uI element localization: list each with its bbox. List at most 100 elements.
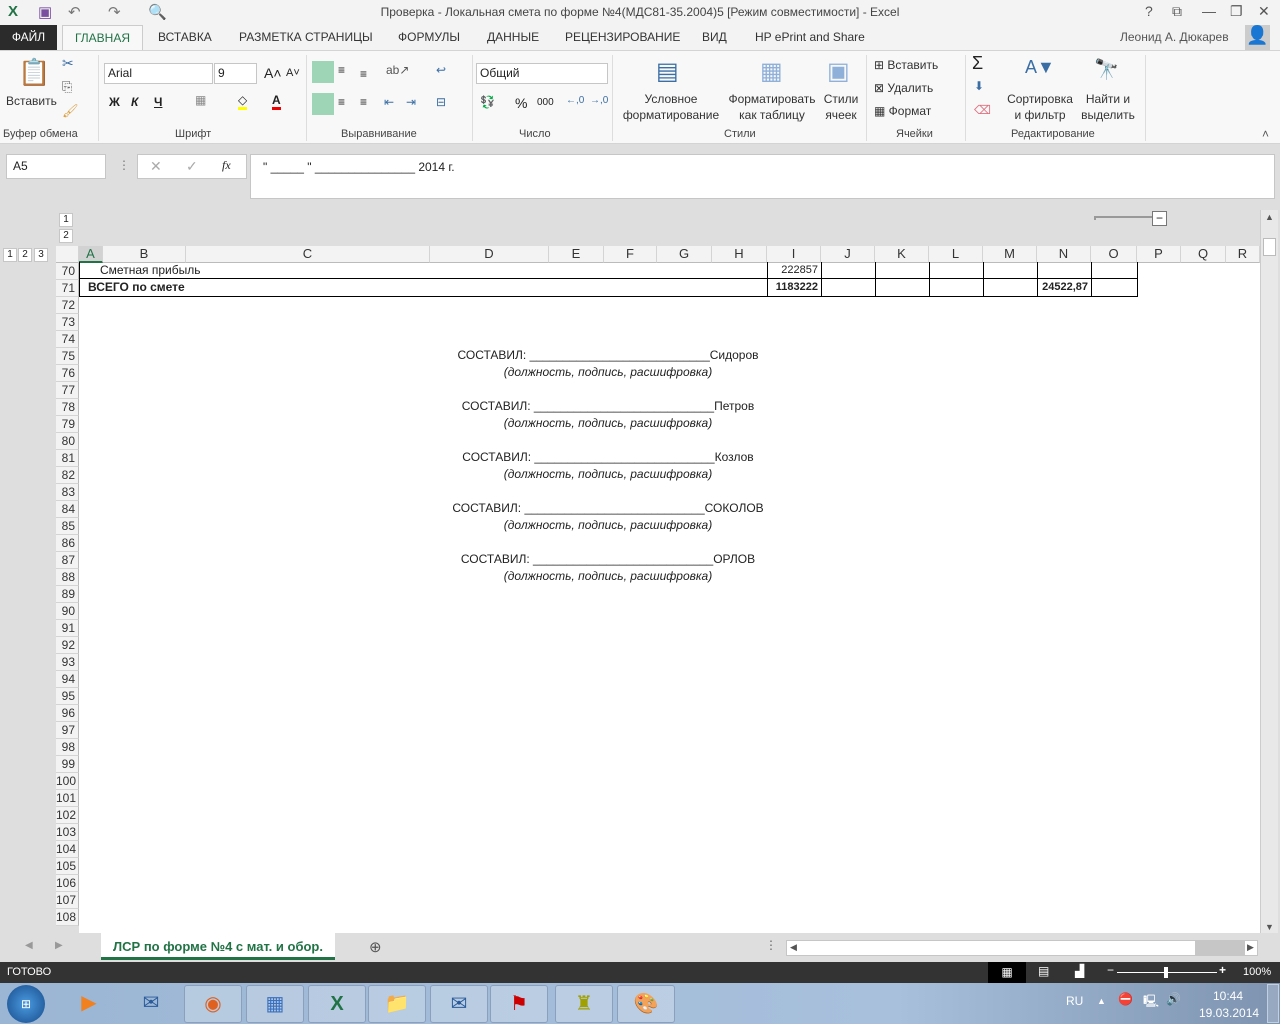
vertical-scrollbar[interactable]: ▲ ▼ bbox=[1260, 210, 1278, 935]
column-header[interactable]: M bbox=[983, 246, 1037, 263]
row-header[interactable]: 72 bbox=[56, 297, 79, 314]
zoom-slider-thumb[interactable] bbox=[1164, 967, 1168, 978]
thousands-button[interactable]: 000 bbox=[537, 97, 554, 108]
clear-icon[interactable]: ⌫ bbox=[974, 103, 991, 117]
ribbon-display-button[interactable]: ⧉ bbox=[1172, 3, 1182, 20]
percent-button[interactable]: % bbox=[515, 95, 527, 111]
italic-button[interactable]: К bbox=[131, 95, 138, 109]
row-header[interactable]: 93 bbox=[56, 654, 79, 671]
new-sheet-icon[interactable]: ⊕ bbox=[369, 938, 382, 956]
autosum-icon[interactable]: Σ bbox=[972, 53, 983, 74]
enter-icon[interactable]: ✓ bbox=[186, 158, 198, 175]
row-header[interactable]: 74 bbox=[56, 331, 79, 348]
outline-col-level-1[interactable]: 1 bbox=[3, 248, 17, 262]
sheet-tab-active[interactable]: ЛСР по форме №4 с мат. и обор. bbox=[101, 933, 335, 960]
cell-r71-N[interactable]: 24522,87 bbox=[1038, 279, 1091, 296]
copy-icon[interactable]: ⎘ bbox=[62, 79, 72, 95]
maximize-button[interactable]: ❐ bbox=[1230, 3, 1243, 20]
signature-line[interactable]: СОСТАВИЛ: ___________________________Пет… bbox=[400, 399, 816, 413]
row-header[interactable]: 107 bbox=[56, 892, 79, 909]
tab-data[interactable]: ДАННЫЕ bbox=[487, 30, 539, 44]
row-header[interactable]: 98 bbox=[56, 739, 79, 756]
explorer-icon[interactable]: 📁 bbox=[368, 985, 426, 1023]
align-center-icon[interactable]: ≡ bbox=[338, 95, 345, 109]
row-header[interactable]: 70 bbox=[56, 263, 79, 280]
help-button[interactable]: ? bbox=[1145, 3, 1153, 19]
fill-color-icon[interactable]: ◇ bbox=[238, 93, 248, 110]
thunderbird-icon[interactable]: ✉ bbox=[122, 985, 180, 1023]
cell-r71-I[interactable]: 1183222 bbox=[768, 279, 821, 296]
orientation-icon[interactable]: ab↗ bbox=[386, 63, 409, 77]
format-painter-icon[interactable]: 🖌 bbox=[62, 103, 79, 119]
name-box[interactable]: A5 bbox=[6, 154, 106, 179]
clock-time[interactable]: 10:44 bbox=[1213, 989, 1243, 1003]
row-header[interactable]: 95 bbox=[56, 688, 79, 705]
column-header[interactable]: A bbox=[79, 246, 103, 263]
acrobat-icon[interactable]: ⚑ bbox=[490, 985, 548, 1023]
format-as-table-button[interactable]: Форматировать как таблицу bbox=[726, 91, 818, 123]
outline-row-level-1[interactable]: 1 bbox=[59, 213, 73, 227]
format-cells-button[interactable]: ▦ Формат bbox=[874, 103, 931, 119]
zoom-out-button[interactable]: − bbox=[1107, 963, 1114, 977]
row-header[interactable]: 79 bbox=[56, 416, 79, 433]
increase-font-icon[interactable]: A˄ bbox=[264, 65, 282, 81]
font-size-select[interactable]: 9 bbox=[214, 63, 257, 84]
outline-col-level-3[interactable]: 3 bbox=[34, 248, 48, 262]
decrease-decimal-icon[interactable]: →,0 bbox=[590, 95, 608, 106]
horizontal-scroll-track[interactable] bbox=[1195, 941, 1245, 955]
row-header[interactable]: 105 bbox=[56, 858, 79, 875]
volume-icon[interactable]: 🔊 bbox=[1166, 992, 1181, 1006]
row-header[interactable]: 82 bbox=[56, 467, 79, 484]
row-header[interactable]: 91 bbox=[56, 620, 79, 637]
decrease-indent-icon[interactable]: ⇤ bbox=[384, 95, 394, 109]
align-middle-icon[interactable]: ≡ bbox=[338, 63, 345, 77]
wrap-text-icon[interactable]: ↩ bbox=[436, 63, 446, 77]
select-all-button[interactable] bbox=[56, 246, 79, 263]
column-header[interactable]: B bbox=[103, 246, 186, 263]
tab-split-handle[interactable]: ⋮ bbox=[765, 938, 777, 952]
column-header[interactable]: L bbox=[929, 246, 983, 263]
signature-note[interactable]: (должность, подпись, расшифровка) bbox=[400, 569, 816, 583]
row-header[interactable]: 77 bbox=[56, 382, 79, 399]
row-header[interactable]: 94 bbox=[56, 671, 79, 688]
insert-cells-button[interactable]: ⊞ Вставить bbox=[874, 57, 938, 73]
align-left-button[interactable] bbox=[312, 93, 334, 115]
horizontal-scrollbar[interactable]: ◀ ▶ bbox=[786, 940, 1258, 956]
column-header[interactable]: I bbox=[767, 246, 821, 263]
signature-note[interactable]: (должность, подпись, расшифровка) bbox=[400, 518, 816, 532]
cell-styles-icon[interactable]: ▣ bbox=[827, 57, 850, 86]
row-header[interactable]: 92 bbox=[56, 637, 79, 654]
font-color-icon[interactable]: A bbox=[272, 93, 281, 110]
column-header[interactable]: D bbox=[430, 246, 549, 263]
tab-review[interactable]: РЕЦЕНЗИРОВАНИЕ bbox=[565, 30, 680, 44]
row-header[interactable]: 89 bbox=[56, 586, 79, 603]
column-header[interactable]: K bbox=[875, 246, 929, 263]
align-bottom-icon[interactable]: ≡ bbox=[360, 67, 367, 81]
row-header[interactable]: 71 bbox=[56, 280, 79, 297]
row-header[interactable]: 84 bbox=[56, 501, 79, 518]
conditional-format-button[interactable]: Условное форматирование bbox=[616, 91, 726, 123]
vertical-scroll-thumb[interactable] bbox=[1263, 238, 1276, 256]
fill-icon[interactable]: ⬇ bbox=[974, 79, 984, 93]
number-format-select[interactable]: Общий bbox=[476, 63, 608, 84]
collapse-ribbon-icon[interactable]: ˄ bbox=[1262, 127, 1269, 141]
row-header[interactable]: 104 bbox=[56, 841, 79, 858]
tab-hp-eprint[interactable]: HP ePrint and Share bbox=[755, 30, 865, 44]
excel-taskbar-icon[interactable]: X bbox=[308, 985, 366, 1023]
column-header[interactable]: J bbox=[821, 246, 875, 263]
align-right-icon[interactable]: ≡ bbox=[360, 95, 367, 109]
bold-button[interactable]: Ж bbox=[109, 95, 120, 109]
next-sheet-icon[interactable]: ▶ bbox=[55, 940, 63, 951]
row-header[interactable]: 100 bbox=[56, 773, 79, 790]
row-header[interactable]: 96 bbox=[56, 705, 79, 722]
paste-button[interactable]: Вставить bbox=[6, 93, 57, 109]
scroll-down-icon[interactable]: ▼ bbox=[1265, 922, 1274, 932]
outline-col-level-2[interactable]: 2 bbox=[18, 248, 32, 262]
cell-r71-label[interactable]: ВСЕГО по смете bbox=[85, 279, 188, 296]
user-avatar-icon[interactable]: 👤 bbox=[1245, 25, 1270, 50]
align-top-button[interactable] bbox=[312, 61, 334, 83]
column-header[interactable]: C bbox=[186, 246, 430, 263]
user-name[interactable]: Леонид А. Дюкарев bbox=[1120, 30, 1229, 44]
tab-formulas[interactable]: ФОРМУЛЫ bbox=[398, 30, 460, 44]
row-header[interactable]: 97 bbox=[56, 722, 79, 739]
